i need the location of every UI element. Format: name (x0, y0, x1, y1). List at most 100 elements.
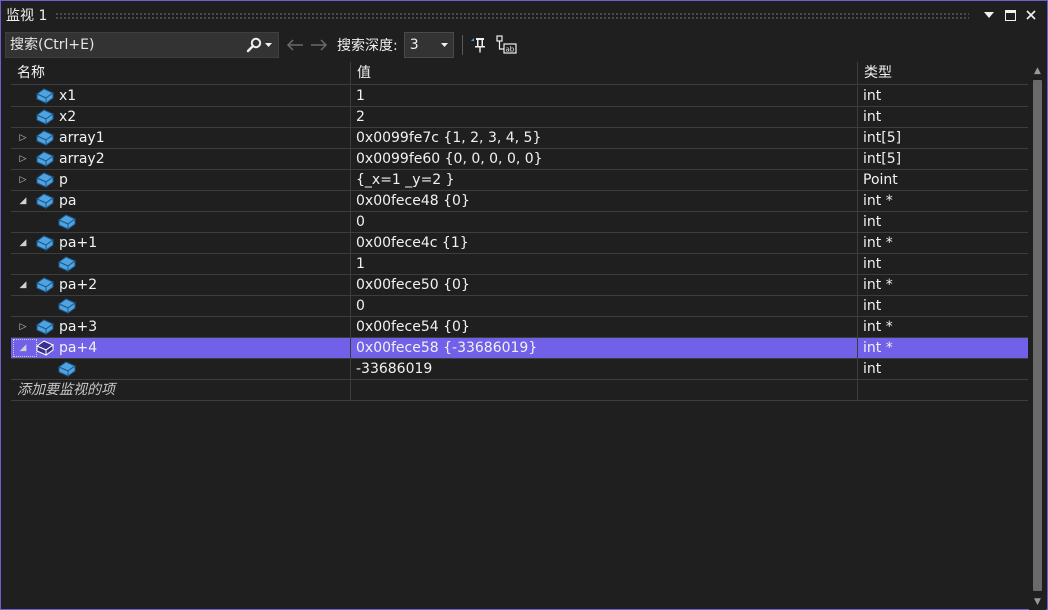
scroll-up-icon[interactable]: ▲ (1029, 62, 1046, 79)
window-menu-dropdown-icon[interactable] (979, 5, 999, 25)
toolbar-separator (461, 35, 463, 55)
type-cell: int (857, 212, 1028, 232)
variable-name: pa+2 (59, 277, 98, 293)
name-cell[interactable] (11, 296, 350, 316)
scroll-down-icon[interactable]: ▼ (1029, 593, 1046, 610)
watch-row[interactable]: ▷ p {_x=1 _y=2 } Point (11, 170, 1028, 191)
name-cell[interactable]: ▷ array1 (11, 128, 350, 148)
watch-row[interactable]: ◢ pa+1 0x00fece4c {1} int * (11, 233, 1028, 254)
name-cell[interactable]: ◢ pa+1 (11, 233, 350, 253)
value-cell[interactable]: 0x0099fe60 {0, 0, 0, 0, 0} (350, 149, 857, 169)
name-cell[interactable] (11, 359, 350, 379)
expand-triangle-icon[interactable]: ▷ (17, 149, 29, 169)
pin-icon[interactable] (467, 33, 491, 57)
value-cell[interactable]: 0 (350, 212, 857, 232)
value-cell[interactable]: 0x00fece48 {0} (350, 191, 857, 211)
type-cell: int[5] (857, 128, 1028, 148)
expand-triangle-icon[interactable]: ▷ (17, 128, 29, 148)
column-header-type[interactable]: 类型 (857, 62, 1028, 85)
value-cell[interactable] (350, 380, 857, 400)
type-cell: int (857, 107, 1028, 127)
add-watch-placeholder[interactable]: 添加要监视的项 (17, 380, 115, 400)
type-cell: int (857, 359, 1028, 379)
watch-row[interactable]: ▷ array1 0x0099fe7c {1, 2, 3, 4, 5} int[5] (11, 128, 1028, 149)
name-cell[interactable]: 添加要监视的项 (11, 380, 350, 400)
value-cell[interactable]: 0x00fece50 {0} (350, 275, 857, 295)
variable-object-icon (57, 360, 77, 378)
variable-object-icon (35, 108, 55, 126)
value-cell[interactable]: 0x00fece58 {-33686019} (350, 338, 857, 358)
watch-row[interactable]: ◢ pa+2 0x00fece50 {0} int * (11, 275, 1028, 296)
value-cell[interactable]: 0 (350, 296, 857, 316)
variable-object-icon (35, 129, 55, 147)
collapse-triangle-icon[interactable]: ◢ (17, 275, 29, 295)
watch-row[interactable]: 0 int (11, 296, 1028, 317)
name-cell[interactable] (11, 212, 350, 232)
value-cell[interactable]: {_x=1 _y=2 } (350, 170, 857, 190)
name-cell[interactable]: ◢ pa+4 (11, 338, 350, 358)
name-cell[interactable]: ▷ pa+3 (11, 317, 350, 337)
expand-triangle-icon[interactable]: ▷ (17, 170, 29, 190)
search-options[interactable] (240, 33, 278, 57)
column-header-value[interactable]: 值 (350, 62, 857, 85)
collapse-triangle-icon[interactable]: ◢ (17, 233, 29, 253)
format-icon[interactable]: ab (495, 33, 519, 57)
variable-name: pa+3 (59, 319, 98, 335)
toolbar: 搜索深度: 3 ab (1, 30, 1047, 60)
name-cell[interactable]: x2 (11, 107, 350, 127)
value-cell[interactable]: 0x0099fe7c {1, 2, 3, 4, 5} (350, 128, 857, 148)
type-cell: int (857, 86, 1028, 106)
variable-object-icon (35, 276, 55, 294)
search-depth-select[interactable]: 3 (403, 32, 454, 58)
search-input[interactable] (6, 33, 240, 57)
watch-row[interactable]: 1 int (11, 254, 1028, 275)
type-cell: int * (857, 317, 1028, 337)
watch-row[interactable]: ◢ pa 0x00fece48 {0} int * (11, 191, 1028, 212)
grid-header: 名称 值 类型 (11, 62, 1028, 85)
title-bar[interactable]: 监视 1 (1, 1, 1047, 29)
watch-row[interactable]: ◢ pa+4 0x00fece58 {-33686019} int * (11, 338, 1028, 359)
search-box[interactable] (5, 32, 279, 58)
expand-triangle-icon[interactable]: ▷ (17, 317, 29, 337)
watch-row[interactable]: ▷ pa+3 0x00fece54 {0} int * (11, 317, 1028, 338)
name-cell[interactable]: ▷ p (11, 170, 350, 190)
column-header-name[interactable]: 名称 (11, 62, 350, 85)
value-cell[interactable]: 1 (350, 254, 857, 274)
watch-row[interactable]: -33686019 int (11, 359, 1028, 380)
collapse-triangle-icon[interactable]: ◢ (17, 338, 29, 358)
name-cell[interactable]: ◢ pa+2 (11, 275, 350, 295)
chevron-down-icon (265, 43, 272, 47)
name-cell[interactable] (11, 254, 350, 274)
search-depth-label: 搜索深度: (337, 38, 398, 54)
close-icon[interactable] (1021, 5, 1041, 25)
watch-row[interactable]: ▷ array2 0x0099fe60 {0, 0, 0, 0, 0} int[5] (11, 149, 1028, 170)
watch-row[interactable]: x1 1 int (11, 86, 1028, 107)
search-depth-value: 3 (409, 37, 419, 53)
value-cell[interactable]: -33686019 (350, 359, 857, 379)
vertical-scrollbar[interactable]: ▲ ▼ (1029, 62, 1046, 610)
add-watch-row[interactable]: 添加要监视的项 (11, 380, 1028, 401)
drag-grip[interactable] (55, 11, 969, 19)
collapse-triangle-icon[interactable]: ◢ (17, 191, 29, 211)
type-cell (857, 380, 1028, 400)
forward-arrow-icon[interactable] (307, 33, 331, 57)
value-cell[interactable]: 0x00fece4c {1} (350, 233, 857, 253)
value-cell[interactable]: 0x00fece54 {0} (350, 317, 857, 337)
value-cell[interactable]: 1 (350, 86, 857, 106)
watch-row[interactable]: 0 int (11, 212, 1028, 233)
scroll-thumb[interactable] (1033, 80, 1042, 591)
type-cell: int (857, 296, 1028, 316)
variable-object-icon (57, 297, 77, 315)
watch-row[interactable]: x2 2 int (11, 107, 1028, 128)
type-cell: int * (857, 191, 1028, 211)
value-cell[interactable]: 2 (350, 107, 857, 127)
watch-grid: 名称 值 类型 x1 1 int x2 2 int ▷ array1 0x0099fe7c {1… (11, 62, 1028, 610)
name-cell[interactable]: ▷ array2 (11, 149, 350, 169)
variable-object-icon (35, 318, 55, 336)
back-arrow-icon[interactable] (283, 33, 307, 57)
name-cell[interactable]: x1 (11, 86, 350, 106)
name-cell[interactable]: ◢ pa (11, 191, 350, 211)
watch-window: 监视 1 搜索深度: (0, 0, 1048, 610)
maximize-icon[interactable] (1000, 5, 1020, 25)
type-cell: int (857, 254, 1028, 274)
